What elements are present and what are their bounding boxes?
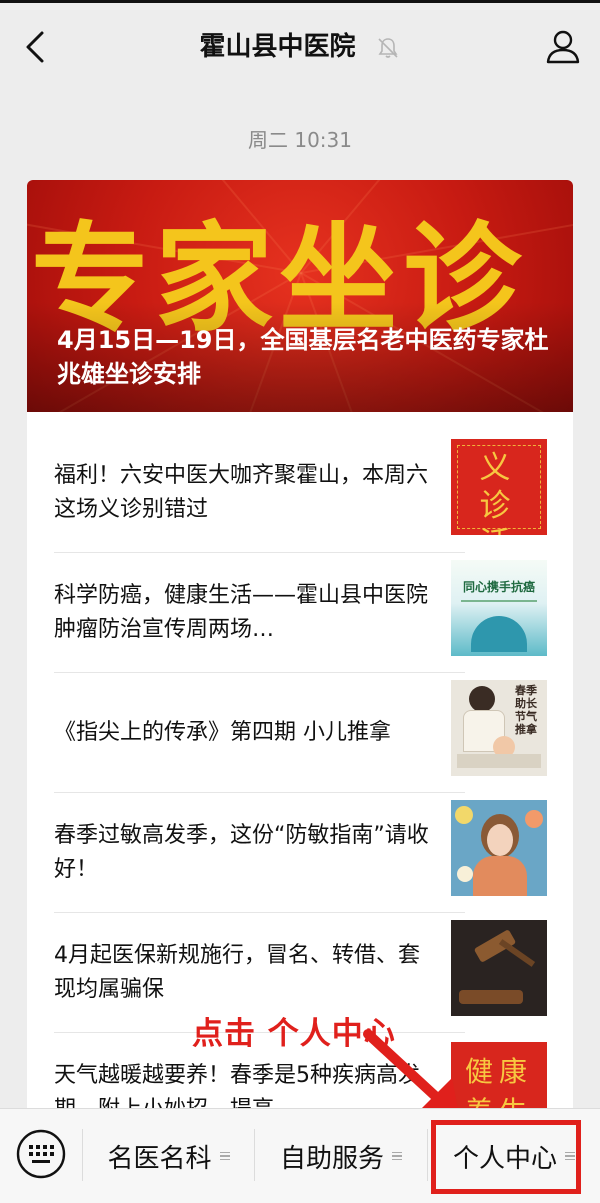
article-thumbnail [451, 800, 547, 896]
menu-label: 名医名科 [107, 1143, 212, 1174]
annotation-highlight-box [431, 1120, 581, 1194]
article-thumbnail: 春季助长节气推拿 [451, 680, 547, 776]
menu-famous-doctors[interactable]: 名医名科 [83, 1109, 254, 1203]
menu-self-service[interactable]: 自助服务 [255, 1109, 427, 1203]
article-thumbnail [451, 920, 547, 1016]
menu-label: 自助服务 [279, 1143, 384, 1174]
chat-title: 霍山县中医院 [0, 29, 600, 65]
profile-button[interactable] [544, 27, 582, 65]
person-icon [546, 30, 580, 64]
article-thumbnail: 同心携手抗癌 [451, 560, 547, 656]
article-item[interactable]: 科学防癌，健康生活——霍山县中医院肿瘤防治宣传周两场… [54, 553, 465, 673]
hero-title: 4月15日—19日，全国基层名老中医药专家杜兆雄坐诊安排 [57, 326, 549, 388]
hero-article[interactable]: 专家坐诊 4月15日—19日，全国基层名老中医药专家杜兆雄坐诊安排 [27, 180, 573, 412]
submenu-icon [392, 1150, 402, 1163]
article-title: 《指尖上的传承》第四期 小儿推拿 [54, 720, 391, 745]
submenu-icon [219, 1150, 230, 1163]
article-title: 科学防癌，健康生活——霍山县中医院肿瘤防治宣传周两场… [54, 583, 429, 642]
mute-bell-icon [377, 37, 398, 58]
article-title: 福利！六安中医大咖齐聚霍山，本周六这场义诊别错过 [54, 463, 429, 522]
top-bar: 霍山县中医院 [0, 0, 600, 88]
article-item[interactable]: 福利！六安中医大咖齐聚霍山，本周六这场义诊别错过 [54, 433, 465, 553]
keyboard-icon [16, 1129, 66, 1179]
article-thumbnail: 义诊活动 [451, 439, 547, 535]
keyboard-toggle-button[interactable] [16, 1129, 66, 1179]
message-timestamp: 周二 10:31 [248, 128, 352, 152]
article-item[interactable]: 《指尖上的传承》第四期 小儿推拿 [54, 673, 465, 793]
thumbnail-text: 春季助长节气推拿 [515, 684, 537, 736]
thumbnail-text: 义诊活动 [479, 450, 519, 535]
page-title: 霍山县中医院 [199, 32, 356, 62]
article-title: 春季过敏高发季，这份“防敏指南”请收好！ [54, 823, 429, 882]
article-item[interactable]: 春季过敏高发季，这份“防敏指南”请收好！ [54, 793, 465, 913]
thumbnail-text: 同心携手抗癌 [462, 580, 535, 594]
